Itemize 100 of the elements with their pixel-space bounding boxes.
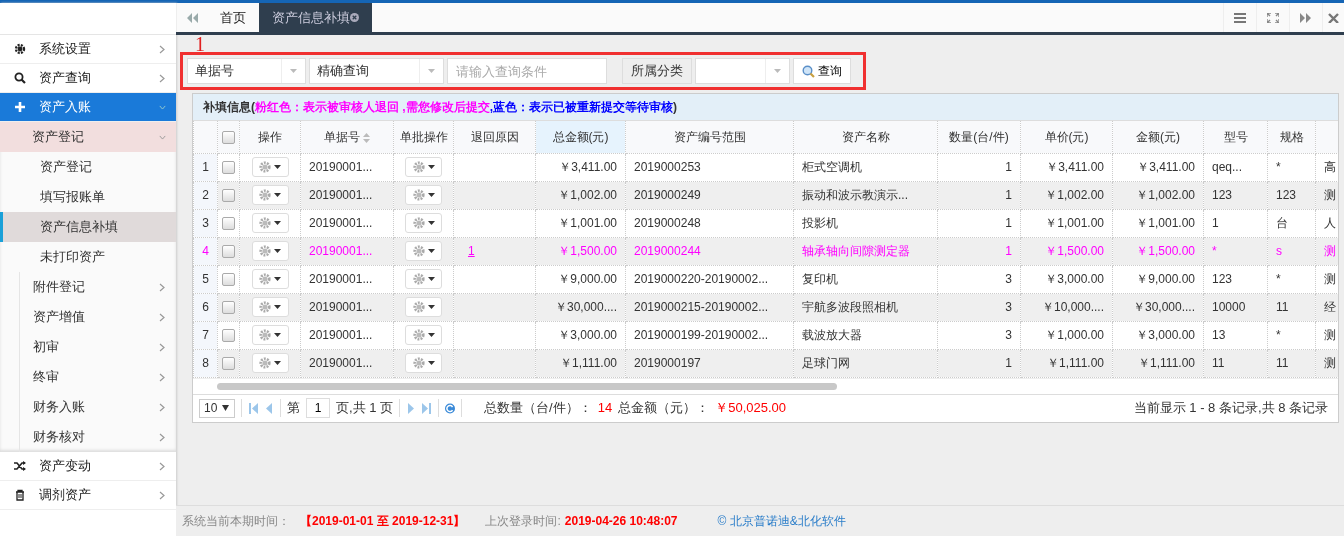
gear-dropdown-button[interactable] — [251, 324, 289, 345]
gear-dropdown-button[interactable] — [251, 212, 289, 233]
gear-dropdown-button[interactable] — [405, 352, 442, 373]
query-field[interactable]: 请输入查询条件 — [447, 58, 607, 84]
quantity-label: 总数量（台/件）： — [484, 399, 592, 418]
column-header[interactable]: 资产名称 — [841, 129, 890, 144]
column-header[interactable]: 型号 — [1223, 129, 1248, 144]
row-number: 7 — [193, 321, 218, 349]
period-value: 【2019-01-01 至 2019-12-31】 — [300, 513, 466, 530]
caret-icon — [274, 276, 281, 281]
gear-icon — [412, 328, 425, 341]
gear-dropdown-button[interactable] — [405, 184, 442, 205]
table-cell: 2019000253 — [625, 153, 794, 181]
caret-icon — [274, 248, 281, 253]
checkbox[interactable] — [222, 189, 235, 203]
sidebar-subitem[interactable]: 财务入账 — [19, 392, 176, 422]
gear-dropdown-button[interactable] — [251, 156, 289, 177]
gear-dropdown-button[interactable] — [405, 240, 442, 261]
table-cell: 123 — [1203, 181, 1268, 209]
caret-icon — [427, 248, 435, 253]
row-number: 5 — [193, 265, 218, 293]
sidebar-item[interactable]: 调剂资产 — [0, 481, 176, 510]
checkbox[interactable] — [222, 161, 235, 175]
checkbox[interactable] — [222, 131, 235, 145]
sidebar-link[interactable]: 资产信息补填 — [0, 212, 176, 242]
checkbox[interactable] — [222, 329, 235, 343]
mode-select[interactable]: 精确查询 — [309, 58, 444, 84]
checkbox[interactable] — [222, 245, 235, 259]
gear-dropdown-button[interactable] — [251, 184, 289, 205]
sidebar-subitem[interactable]: 终审 — [19, 362, 176, 392]
field-select[interactable]: 单据号 — [187, 58, 306, 84]
table-cell: * — [1203, 237, 1268, 265]
checkbox[interactable] — [222, 301, 235, 315]
table-cell: 20190001... — [300, 209, 394, 237]
sidebar-item[interactable]: 资产入账 — [0, 93, 176, 122]
refresh-icon[interactable] — [445, 402, 456, 414]
sidebar-item[interactable]: 系统设置 — [0, 35, 176, 64]
table-cell: 测 — [1315, 349, 1338, 377]
sidebar-subitem[interactable]: 资产登记 — [0, 122, 176, 152]
table-cell: 轴承轴向间隙测定器 — [793, 237, 938, 265]
sidebar-subitem[interactable]: 附件登记 — [19, 272, 176, 302]
last-page-icon[interactable] — [422, 402, 433, 414]
gear-dropdown-button[interactable] — [405, 324, 442, 345]
sidebar-subitem[interactable]: 财务核对 — [19, 422, 176, 452]
sidebar-link[interactable]: 资产登记 — [0, 152, 176, 182]
next-page-icon[interactable] — [406, 402, 417, 414]
category-select[interactable] — [695, 58, 790, 84]
column-header[interactable]: 单据号 — [324, 129, 360, 144]
page-size-select[interactable]: 10 — [199, 398, 235, 418]
tab[interactable]: 资产信息补填 — [259, 3, 372, 32]
caret-icon — [427, 360, 435, 365]
close-icon — [350, 13, 359, 22]
first-page-icon[interactable] — [248, 402, 258, 414]
gear-dropdown-button[interactable] — [405, 156, 442, 177]
search-button[interactable]: 查询 — [793, 58, 851, 84]
gear-icon — [259, 356, 271, 369]
table-cell: 测 — [1315, 181, 1338, 209]
table-cell: ￥1,500.00 — [535, 237, 626, 265]
page-count: 页,共 1 页 — [336, 399, 394, 418]
gear-dropdown-button[interactable] — [251, 240, 289, 261]
gear-dropdown-button[interactable] — [405, 268, 442, 289]
checkbox[interactable] — [222, 273, 235, 287]
checkbox[interactable] — [222, 357, 235, 371]
table-cell: 投影机 — [793, 209, 938, 237]
chevron-right-icon — [159, 342, 166, 352]
gear-dropdown-button[interactable] — [405, 296, 442, 317]
gear-dropdown-button[interactable] — [251, 296, 289, 317]
checkbox[interactable] — [222, 217, 235, 231]
scrollbar-thumb[interactable] — [217, 382, 837, 390]
gear-icon — [412, 244, 425, 257]
column-header[interactable]: 操作 — [258, 129, 282, 144]
caret-icon — [274, 220, 281, 225]
login-label: 上次登录时间: — [485, 513, 561, 530]
double-right-icon — [1300, 12, 1312, 23]
table-cell: 宇航多波段照相机 — [793, 293, 938, 321]
previous-page-icon[interactable] — [264, 402, 274, 414]
gear-dropdown-button[interactable] — [405, 212, 442, 233]
gear-dropdown-button[interactable] — [251, 268, 289, 289]
table-cell: ￥1,001.00 — [1020, 209, 1113, 237]
sidebar-subitem[interactable]: 初审 — [19, 332, 176, 362]
gear-icon — [412, 160, 425, 173]
close-icon — [1327, 12, 1340, 23]
table-cell: ￥1,000.00 — [1020, 321, 1113, 349]
table-cell: ￥1,111.00 — [1112, 349, 1204, 377]
sidebar-item[interactable]: 资产变动 — [0, 452, 176, 481]
sidebar-link[interactable]: 未打印资产 — [0, 242, 176, 272]
page-field[interactable]: 1 — [306, 398, 330, 418]
table-cell: ￥1,111.00 — [1020, 349, 1113, 377]
caret-icon — [274, 304, 281, 309]
table-cell: * — [1267, 153, 1316, 181]
table-cell: 测 — [1315, 237, 1338, 265]
table-cell: ￥3,000.00 — [1112, 321, 1204, 349]
legend-text: 补填信息(粉红色：表示被审核人退回 ,需您修改后提交,蓝色：表示已被重新提交等待审核) — [193, 94, 1338, 121]
sidebar-subitem[interactable]: 资产增值 — [19, 302, 176, 332]
table-cell: 20190001... — [300, 265, 394, 293]
gear-icon — [259, 188, 271, 201]
chevron-right-icon — [159, 402, 166, 412]
gear-dropdown-button[interactable] — [251, 352, 289, 373]
sidebar-link[interactable]: 填写报账单 — [0, 182, 176, 212]
table-cell: 2019000248 — [625, 209, 794, 237]
